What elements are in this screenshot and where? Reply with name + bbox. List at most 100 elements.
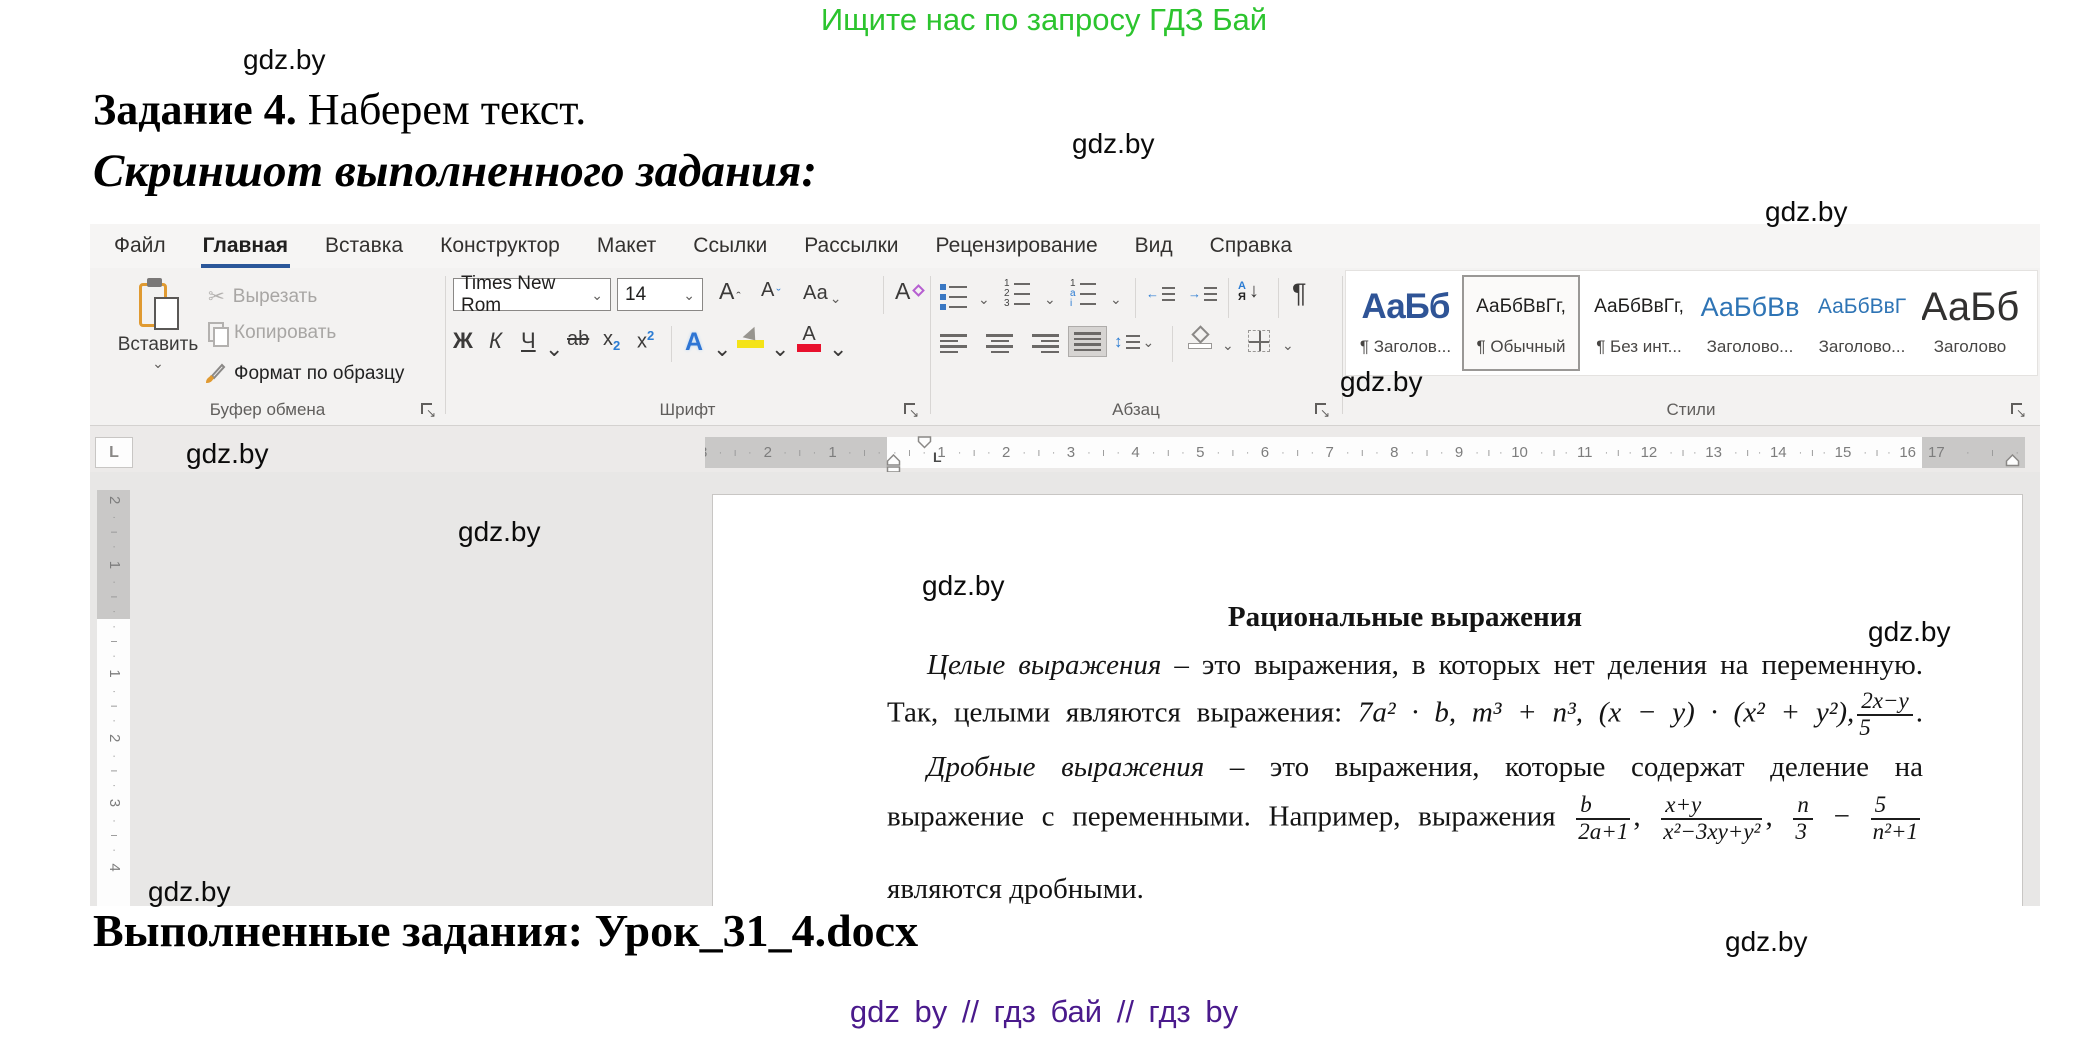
style-card-title[interactable]: АаБб Заголово [1922,275,2018,371]
copy-label: Копировать [234,322,336,344]
text-effects-button[interactable]: А [685,328,703,357]
style-preview: АаБбВвГг, [1464,281,1578,333]
bullet-list-icon [940,284,967,310]
indent-lines-icon [1204,287,1217,301]
tab-mailings[interactable]: Рассылки [804,224,898,268]
tab-home[interactable]: Главная [203,224,288,268]
sort-button[interactable]: АЯ ↓ [1238,280,1259,303]
grow-font-button[interactable]: Аˆ [719,280,741,303]
chevron-down-icon: ⌄ [1143,335,1155,349]
tab-references[interactable]: Ссылки [693,224,767,268]
copy-icon [208,322,226,344]
bold-button[interactable]: Ж [453,328,473,354]
bullets-button[interactable] [940,284,967,310]
chevron-down-icon[interactable]: ⌄ [1110,292,1122,306]
format-painter-button[interactable]: Формат по образцу [202,362,404,386]
chevron-down-icon: ⌄ [591,288,603,302]
caret-up-icon: ˆ [736,290,740,303]
watermark: gdz.by [922,570,1005,602]
paragraph-group: ⌄ 1 2 3 ⌄ 1 а і ⌄ ← [930,268,1342,425]
ruler-left-margin: 3·ı·2·ı·1·ı· [705,437,887,468]
chevron-down-icon[interactable]: ⌄ [545,338,563,360]
change-case-button[interactable]: Аа⌄ [803,282,841,305]
chevron-down-icon: ⌄ [830,291,842,305]
highlighter-icon [743,325,759,341]
tab-layout[interactable]: Макет [597,224,656,268]
style-card-heading1[interactable]: АаБбВв Заголово... [1698,275,1802,371]
result-filename-line: Выполненные задания: Урок_31_4.docx [93,904,918,957]
chevron-down-icon[interactable]: ⌄ [713,338,731,360]
doc-paragraph2-line2: выражение с переменными. Например, выраж… [887,793,1923,845]
increase-indent-button[interactable]: → [1188,286,1217,301]
style-card-heading[interactable]: АаБб ¶ Заголов... [1358,275,1453,371]
tab-stop-mark[interactable]: L [933,449,942,465]
styles-dialog-launcher[interactable]: ↘ [2010,402,2026,418]
watermark: gdz.by [186,438,269,470]
chevron-down-icon[interactable]: ⌄ [116,356,200,370]
word-screenshot: Файл Главная Вставка Конструктор Макет С… [90,224,2040,906]
style-card-no-spacing[interactable]: АаБбВвГг, ¶ Без инт... [1589,275,1689,371]
watermark: gdz.by [1072,128,1155,160]
style-label: ¶ Без инт... [1589,337,1689,357]
tab-help[interactable]: Справка [1210,224,1292,268]
strikethrough-button[interactable]: ab [567,328,589,351]
sort-letters: АЯ [1238,281,1246,303]
button-separator [1172,326,1173,362]
style-label: ¶ Заголов... [1358,337,1453,357]
underline-button[interactable]: Ч [521,328,536,354]
superscript-button[interactable]: x2 [637,328,654,354]
vertical-ruler-margin: 2·ı·1·ı· [97,490,130,619]
chevron-down-icon[interactable]: ⌄ [978,292,990,306]
tab-view[interactable]: Вид [1135,224,1173,268]
doc-title: Рациональные выражения [887,601,1923,634]
chevron-down-icon[interactable]: ⌄ [1282,338,1294,352]
paste-button[interactable]: Вставить ⌄ [116,276,200,402]
borders-button[interactable] [1248,330,1270,352]
chevron-down-icon[interactable]: ⌄ [829,338,847,360]
paste-clipboard-icon [137,278,179,330]
shrink-font-button[interactable]: Аˇ [761,280,781,300]
clear-formatting-button[interactable]: А [895,280,923,303]
doc-paragraph2-line1: Дробные выражения – это выражения, котор… [887,751,1923,784]
first-line-indent-marker[interactable] [917,436,932,449]
subscript-button[interactable]: x2 [603,328,620,353]
paragraph-dialog-launcher[interactable]: ↘ [1314,402,1330,418]
font-dialog-launcher[interactable]: ↘ [903,402,919,418]
justify-button-selected[interactable] [1068,326,1107,357]
font-size-combobox[interactable]: 14 ⌄ [617,278,703,311]
copy-button[interactable]: Копировать [208,322,336,344]
font-color-bar [797,344,821,352]
align-right-button[interactable] [1032,334,1059,353]
decrease-indent-button[interactable]: ← [1146,286,1175,301]
tab-selector-button[interactable]: L [95,437,133,468]
style-card-heading2[interactable]: АаБбВвГ Заголово... [1811,275,1913,371]
tab-review[interactable]: Рецензирование [936,224,1098,268]
numbering-button[interactable]: 1 2 3 [1004,281,1030,307]
right-indent-marker[interactable] [2005,454,2020,467]
numbered-list-icon: 1 2 3 [1004,281,1030,307]
multilevel-list-button[interactable]: 1 а і [1070,281,1096,307]
clipboard-dialog-launcher[interactable]: ↘ [420,402,436,418]
tab-design[interactable]: Конструктор [440,224,560,268]
style-card-normal-selected[interactable]: АаБбВвГг, ¶ Обычный [1462,275,1580,371]
hanging-indent-marker[interactable] [886,454,901,473]
show-formatting-marks-button[interactable]: ¶ [1292,278,1307,309]
text-highlight-button[interactable] [737,326,764,348]
chevron-down-icon[interactable]: ⌄ [771,338,789,360]
tab-insert[interactable]: Вставка [325,224,403,268]
tab-file[interactable]: Файл [114,224,166,268]
line-spacing-button[interactable]: ↕ ⌄ [1114,332,1154,352]
align-left-button[interactable] [940,334,967,353]
italic-button[interactable]: К [489,328,502,354]
cut-button[interactable]: ✂ Вырезать [208,284,317,309]
font-color-button[interactable]: А [797,324,821,352]
shading-button[interactable] [1188,328,1212,349]
font-name-combobox[interactable]: Times New Rom ⌄ [453,278,611,311]
chevron-down-icon[interactable]: ⌄ [1222,338,1234,352]
horizontal-ruler: 3·ı·2·ı·1·ı· ·ı·1·ı·2·ı·3·ı·4·ı·5·ı·6·ı·… [705,437,2025,468]
chevron-down-icon[interactable]: ⌄ [1044,292,1056,306]
task-number: Задание 4. [93,85,297,134]
style-label: ¶ Обычный [1464,337,1578,357]
watermark: gdz.by [148,876,231,908]
align-center-button[interactable] [986,334,1013,353]
